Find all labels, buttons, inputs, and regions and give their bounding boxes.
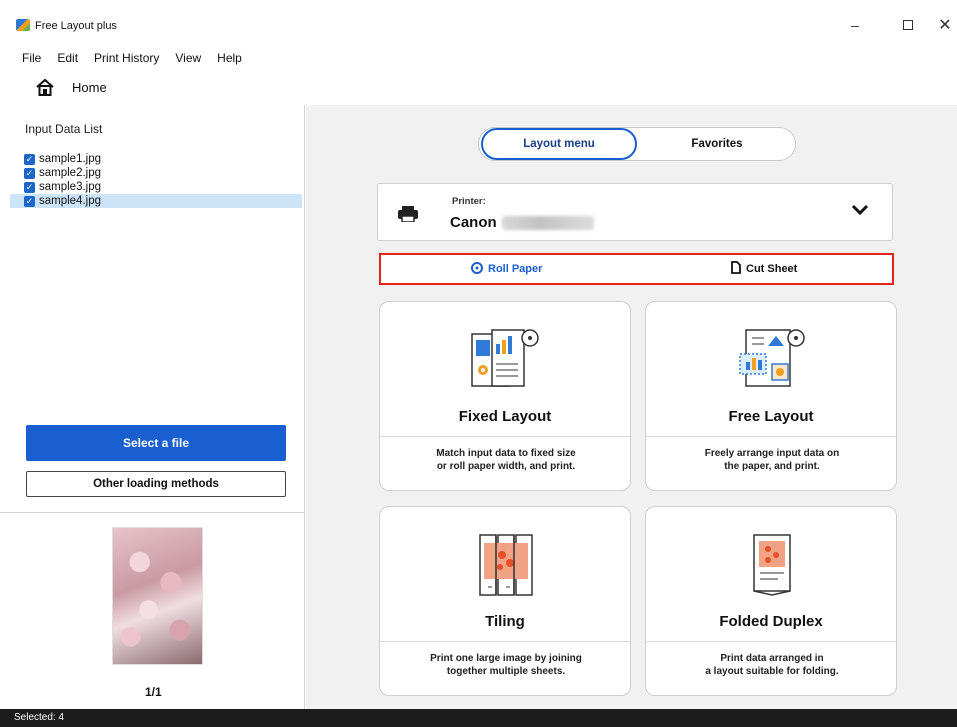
- roll-paper-option[interactable]: Roll Paper: [471, 255, 542, 283]
- card-description-line: Print one large image by joining: [430, 653, 582, 664]
- menu-bar: File Edit Print History View Help: [22, 51, 242, 65]
- home-button[interactable]: Home: [36, 78, 107, 96]
- menu-print-history[interactable]: Print History: [94, 51, 159, 65]
- card-top: Fixed Layout: [380, 302, 630, 436]
- card-description: Freely arrange input data on the paper, …: [656, 447, 888, 473]
- close-button[interactable]: ✕: [930, 14, 957, 36]
- card-description-line: Match input data to fixed size: [436, 448, 576, 459]
- title-bar: Free Layout plus – ✕: [0, 0, 957, 42]
- status-text: Selected: 4: [14, 712, 65, 723]
- file-row-selected[interactable]: ✓ sample4.jpg: [10, 194, 302, 208]
- status-bar: Selected: 4: [0, 709, 957, 727]
- file-name: sample2.jpg: [39, 167, 102, 179]
- tab-layout-menu[interactable]: Layout menu: [481, 128, 637, 160]
- menu-view[interactable]: View: [175, 51, 201, 65]
- card-description-line: the paper, and print.: [724, 461, 820, 472]
- printer-icon: [398, 206, 418, 225]
- divider: [646, 641, 896, 642]
- file-name: sample3.jpg: [39, 181, 102, 193]
- file-row[interactable]: ✓ sample3.jpg: [10, 180, 302, 194]
- checkbox-checked-icon[interactable]: ✓: [24, 167, 35, 179]
- file-name: sample1.jpg: [39, 153, 102, 165]
- roll-paper-icon: [471, 261, 483, 277]
- card-title: Tiling: [485, 613, 525, 630]
- input-panel: Input Data List ✓ sample1.jpg ✓ sample2.…: [0, 105, 305, 709]
- checkbox-checked-icon[interactable]: ✓: [24, 181, 35, 193]
- file-row[interactable]: ✓ sample1.jpg: [10, 152, 302, 166]
- card-title: Fixed Layout: [458, 408, 552, 425]
- free-layout-card[interactable]: Free Layout Freely arrange input data on…: [645, 301, 897, 491]
- tab-favorites[interactable]: Favorites: [639, 128, 795, 160]
- card-title: Folded Duplex: [719, 613, 823, 630]
- paper-type-selector: Roll Paper Cut Sheet: [379, 253, 894, 285]
- card-description: Print one large image by joining togethe…: [390, 652, 622, 678]
- card-description-line: Freely arrange input data on: [704, 448, 840, 459]
- printer-label: Printer:: [452, 196, 486, 207]
- checkbox-checked-icon[interactable]: ✓: [24, 153, 35, 165]
- fixed-layout-icon: [466, 324, 546, 397]
- card-description-line: or roll paper width, and print.: [436, 461, 576, 472]
- chevron-down-icon[interactable]: [851, 204, 869, 219]
- menu-file[interactable]: File: [22, 51, 41, 65]
- card-description-line: together multiple sheets.: [446, 666, 566, 677]
- select-file-button[interactable]: Select a file: [26, 425, 286, 461]
- checkbox-checked-icon[interactable]: ✓: [24, 195, 35, 207]
- divider: [0, 512, 305, 513]
- divider: [646, 436, 896, 437]
- menu-edit[interactable]: Edit: [57, 51, 78, 65]
- cut-sheet-label: Cut Sheet: [746, 263, 798, 275]
- card-description: Print data arranged in a layout suitable…: [656, 652, 888, 678]
- image-preview: [112, 527, 203, 665]
- card-top: Folded Duplex: [646, 507, 896, 641]
- roll-paper-label: Roll Paper: [488, 263, 543, 275]
- card-top: Free Layout: [646, 302, 896, 436]
- minimize-button[interactable]: –: [840, 14, 870, 36]
- printer-model-redacted: [502, 216, 594, 230]
- app-logo-icon: [16, 19, 30, 31]
- folded-duplex-icon: [732, 529, 812, 602]
- free-layout-icon: [732, 324, 812, 397]
- printer-name: Canon: [450, 214, 497, 231]
- tiling-card[interactable]: Tiling Print one large image by joining …: [379, 506, 631, 696]
- maximize-button[interactable]: [893, 14, 923, 36]
- window-title: Free Layout plus: [35, 20, 117, 32]
- input-list-title: Input Data List: [25, 122, 103, 136]
- card-description-line: a layout suitable for folding.: [705, 666, 839, 677]
- divider: [380, 436, 630, 437]
- maximize-icon: [903, 20, 913, 30]
- menu-help[interactable]: Help: [217, 51, 242, 65]
- divider: [380, 641, 630, 642]
- card-title: Free Layout: [728, 408, 814, 425]
- home-label: Home: [72, 79, 107, 95]
- home-icon: [36, 78, 54, 96]
- other-loading-methods-button[interactable]: Other loading methods: [26, 471, 286, 497]
- cut-sheet-option[interactable]: Cut Sheet: [731, 255, 797, 283]
- card-description-line: Print data arranged in: [720, 653, 824, 664]
- card-description: Match input data to fixed size or roll p…: [390, 447, 622, 473]
- file-name: sample4.jpg: [39, 195, 102, 207]
- folded-duplex-card[interactable]: Folded Duplex Print data arranged in a l…: [645, 506, 897, 696]
- tiling-icon: [466, 529, 546, 602]
- fixed-layout-card[interactable]: Fixed Layout Match input data to fixed s…: [379, 301, 631, 491]
- view-toggle: Layout menu Favorites: [478, 127, 796, 161]
- cut-sheet-icon: [731, 261, 741, 277]
- layout-panel: Layout menu Favorites Printer: Canon Rol…: [306, 105, 957, 709]
- file-list: ✓ sample1.jpg ✓ sample2.jpg ✓ sample3.jp…: [10, 152, 302, 208]
- card-top: Tiling: [380, 507, 630, 641]
- file-row[interactable]: ✓ sample2.jpg: [10, 166, 302, 180]
- page-counter: 1/1: [145, 685, 162, 699]
- printer-selector[interactable]: Printer: Canon: [377, 183, 893, 241]
